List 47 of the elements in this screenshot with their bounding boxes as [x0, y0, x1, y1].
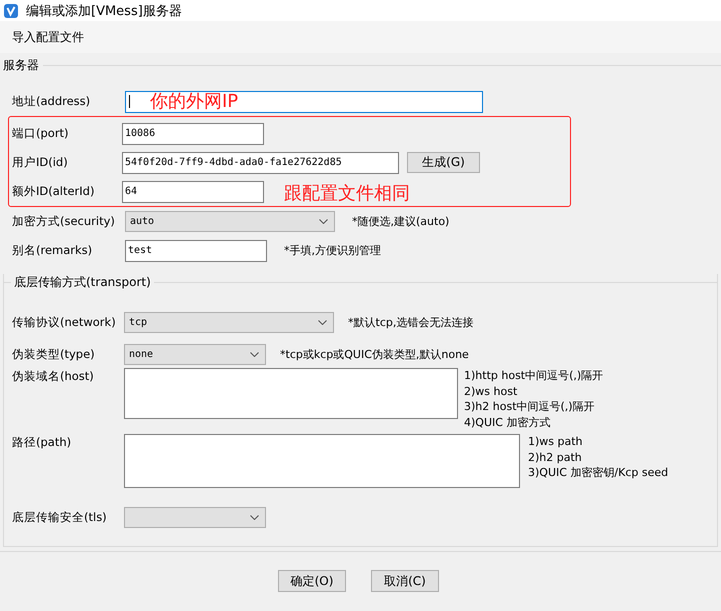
- dropdown[interactable]: none: [124, 344, 266, 364]
- dropdown[interactable]: tcp: [124, 312, 334, 333]
- text-field[interactable]: 54f0f20d-7ff9-4dbd-ada0-fa1e27622d85: [122, 152, 399, 174]
- field-label: 用户ID(id): [12, 155, 69, 170]
- field-label: 别名(remarks): [12, 243, 94, 258]
- annotation-text: 跟配置文件相同: [284, 182, 410, 205]
- hint-text: 1)ws path: [528, 434, 584, 450]
- text-field[interactable]: test: [125, 240, 267, 262]
- field-label: 伪装域名(host): [12, 369, 95, 384]
- hint-text: 1)http host中间逗号(,)隔开: [464, 368, 604, 384]
- annotation-text: 你的外网IP: [150, 90, 238, 112]
- cancel-button[interactable]: 取消(C): [371, 570, 439, 592]
- field-label: 路径(path): [12, 435, 72, 450]
- chevron-down-icon: [318, 320, 327, 325]
- text-area[interactable]: [124, 434, 520, 488]
- hint-text: 4)QUIC 加密方式: [464, 414, 552, 430]
- chevron-down-icon: [319, 219, 328, 224]
- group-title: 服务器: [3, 57, 39, 74]
- text-field[interactable]: 64: [122, 180, 264, 202]
- field-label: 传输协议(network): [12, 315, 117, 330]
- ok-button[interactable]: 确定(O): [278, 570, 346, 592]
- dropdown[interactable]: auto: [125, 211, 335, 232]
- generate-button[interactable]: 生成(G): [407, 152, 480, 173]
- hint-text: 2)h2 path: [528, 450, 583, 465]
- text-field[interactable]: 你的外网IP: [125, 90, 483, 112]
- field-label: 底层传输安全(tls): [12, 510, 108, 524]
- field-label: 地址(address): [12, 94, 92, 109]
- hint-text: *手填,方便识别管理: [284, 243, 381, 258]
- hint-text: 2)ws host: [464, 384, 518, 399]
- field-label: 伪装类型(type): [12, 346, 96, 362]
- field-label: 额外ID(alterId): [12, 184, 96, 199]
- chevron-down-icon: [250, 514, 259, 520]
- hint-text: *默认tcp,选错会无法连接: [348, 315, 474, 330]
- chevron-down-icon: [250, 352, 259, 356]
- menu-item[interactable]: 导入配置文件: [6, 26, 90, 48]
- text-cursor: [129, 95, 130, 108]
- field-label: 加密方式(security): [12, 214, 116, 229]
- hint-text: *tcp或kcp或QUIC伪装类型,默认none: [280, 346, 469, 362]
- window-title: 编辑或添加[VMess]服务器: [26, 2, 182, 20]
- field-label: 端口(port): [12, 126, 70, 141]
- hint-text: 3)QUIC 加密密钥/Kcp seed: [528, 465, 668, 480]
- app-logo-icon: [4, 4, 18, 18]
- text-field[interactable]: 10086: [122, 122, 264, 144]
- group-title: 底层传输方式(transport): [14, 274, 151, 291]
- text-area[interactable]: [124, 368, 458, 419]
- hint-text: 3)h2 host中间逗号(,)隔开: [464, 399, 596, 414]
- hint-text: *随便选,建议(auto): [352, 214, 450, 229]
